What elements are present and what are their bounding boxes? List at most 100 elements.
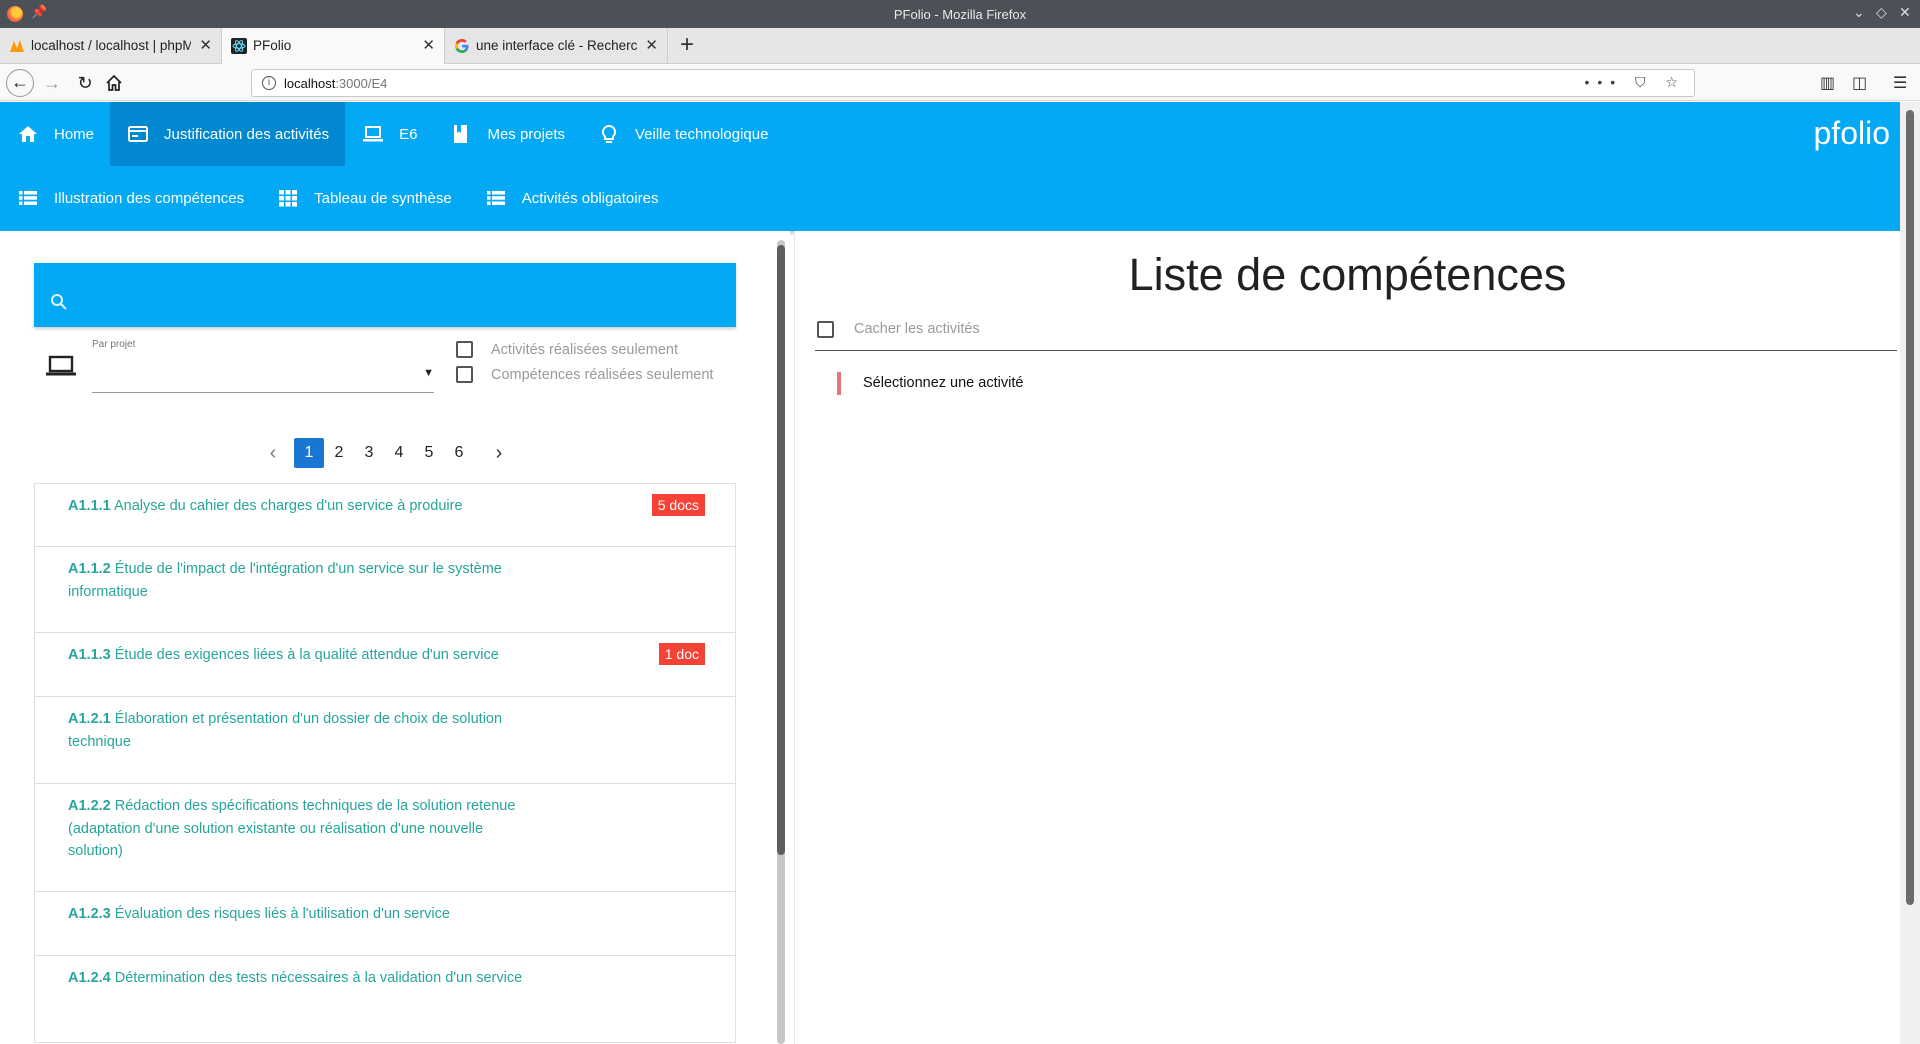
search-bar[interactable]	[34, 263, 736, 327]
search-icon	[51, 294, 67, 310]
maximize-icon[interactable]: ◇	[1876, 4, 1887, 21]
info-icon[interactable]: i	[262, 76, 276, 90]
competence-text[interactable]: A1.2.3 Évaluation des risques liés à l'u…	[68, 903, 538, 926]
list-item[interactable]: A1.2.1 Élaboration et présentation d'un …	[34, 697, 736, 784]
select-activity-message: Sélectionnez une activité	[837, 372, 1023, 395]
nav-illustration[interactable]: Illustration des compétences	[0, 166, 260, 230]
project-select[interactable]: ▼	[92, 357, 434, 393]
page-5-button[interactable]: 5	[414, 438, 444, 468]
competence-list: A1.1.1 Analyse du cahier des charges d'u…	[34, 483, 736, 1043]
nav-activites-obligatoires[interactable]: Activités obligatoires	[468, 166, 675, 230]
page-4-button[interactable]: 4	[384, 438, 414, 468]
skills-done-checkbox[interactable]: Compétences réalisées seulement	[456, 366, 713, 383]
home-button[interactable]	[104, 73, 124, 93]
project-filter: Par projet ▼	[34, 337, 434, 407]
tab-label: une interface clé - Recherche Google	[476, 38, 637, 53]
nav-label: Tableau de synthèse	[314, 189, 452, 207]
page-scrollbar-thumb[interactable]	[1906, 110, 1914, 905]
nav-label: Illustration des compétences	[54, 189, 245, 207]
menu-icon[interactable]: ☰	[1893, 73, 1907, 93]
secondary-nav: Illustration des compétences Tableau de …	[0, 166, 674, 230]
grid-icon	[279, 190, 298, 207]
laptop-icon	[363, 126, 384, 142]
competence-text[interactable]: A1.1.2 Étude de l'impact de l'intégratio…	[68, 558, 538, 603]
nav-mes-projets[interactable]: Mes projets	[433, 102, 581, 166]
laptop-icon	[46, 355, 76, 376]
list-icon	[19, 191, 37, 205]
checkbox-box[interactable]	[817, 321, 834, 338]
primary-nav: Home Justification des activités E6 Mes …	[0, 102, 784, 166]
page-title: Liste de compétences	[1128, 249, 1567, 300]
nav-label: E6	[399, 125, 418, 143]
page-6-button[interactable]: 6	[444, 438, 474, 468]
page-3-button[interactable]: 3	[354, 438, 384, 468]
tab-close-icon[interactable]: ✕	[199, 36, 212, 54]
page-2-button[interactable]: 2	[324, 438, 354, 468]
chevron-left-icon[interactable]: ‹	[262, 442, 284, 465]
nav-label: Justification des activités	[164, 125, 330, 143]
checkbox-box[interactable]	[456, 366, 473, 383]
pagination: ‹ 1 2 3 4 5 6 ›	[262, 438, 510, 468]
tab-pfolio[interactable]: PFolio ✕	[222, 28, 445, 64]
book-icon	[454, 125, 468, 143]
competence-text[interactable]: A1.1.1 Analyse du cahier des charges d'u…	[68, 495, 538, 518]
doc-count-badge: 1 doc	[658, 643, 705, 665]
tab-strip: localhost / localhost | phpMyAdmin ✕ PFo…	[0, 28, 1920, 64]
url-bar[interactable]: i localhost:3000/E4 ••• ⛉ ☆	[251, 69, 1695, 97]
new-tab-button[interactable]: +	[680, 31, 694, 59]
competence-text[interactable]: A1.1.3 Étude des exigences liées à la qu…	[68, 644, 538, 667]
nav-veille[interactable]: Veille technologique	[581, 102, 784, 166]
list-item[interactable]: A1.1.3 Étude des exigences liées à la qu…	[34, 633, 736, 697]
competence-list-pane: Par projet ▼ Activités réalisées seuleme…	[0, 231, 790, 1044]
left-pane-scrollbar-thumb[interactable]	[777, 245, 785, 855]
nav-tableau[interactable]: Tableau de synthèse	[260, 166, 468, 230]
list-item[interactable]: A1.1.1 Analyse du cahier des charges d'u…	[34, 484, 736, 547]
forward-button[interactable]: →	[38, 69, 66, 97]
checkbox-label: Cacher les activités	[854, 321, 980, 337]
page-1-button[interactable]: 1	[294, 438, 324, 468]
app-header: Home Justification des activités E6 Mes …	[0, 102, 1900, 231]
list-item[interactable]: A1.2.4 Détermination des tests nécessair…	[34, 956, 736, 1043]
tab-close-icon[interactable]: ✕	[645, 36, 658, 54]
sidebar-icon[interactable]: ◫	[1852, 73, 1867, 93]
page-actions-icon[interactable]: ••• ⛉ ☆	[1584, 74, 1686, 91]
close-window-icon[interactable]: ✕	[1899, 4, 1911, 21]
checkbox-box[interactable]	[456, 341, 473, 358]
nav-e6[interactable]: E6	[345, 102, 433, 166]
minimize-icon[interactable]: ⌄	[1853, 4, 1865, 21]
list-item[interactable]: A1.2.2 Rédaction des spécifications tech…	[34, 784, 736, 892]
list-item[interactable]: A1.1.2 Étude de l'impact de l'intégratio…	[34, 547, 736, 633]
hide-activities-checkbox[interactable]: Cacher les activités	[815, 321, 1897, 351]
project-filter-label: Par projet	[92, 339, 136, 350]
checkbox-label: Compétences réalisées seulement	[491, 366, 714, 383]
tab-google-search[interactable]: une interface clé - Recherche Google ✕	[445, 28, 668, 64]
react-favicon-icon	[231, 38, 247, 54]
checkbox-label: Activités réalisées seulement	[491, 341, 678, 358]
competence-detail-pane: Liste de compétences Cacher les activité…	[794, 231, 1900, 1044]
dropdown-arrow-icon[interactable]: ▼	[423, 367, 434, 379]
list-item[interactable]: A1.2.3 Évaluation des risques liés à l'u…	[34, 892, 736, 956]
google-favicon-icon	[455, 39, 469, 53]
competence-text[interactable]: A1.2.2 Rédaction des spécifications tech…	[68, 795, 538, 863]
nav-home[interactable]: Home	[0, 102, 110, 166]
home-icon	[19, 126, 37, 142]
phpmyadmin-favicon-icon	[10, 40, 24, 52]
library-icon[interactable]: ▥	[1820, 73, 1835, 93]
card-icon	[128, 126, 149, 142]
tab-phpmyadmin[interactable]: localhost / localhost | phpMyAdmin ✕	[0, 28, 222, 64]
doc-count-badge: 5 docs	[651, 494, 705, 516]
tab-close-icon[interactable]: ✕	[422, 36, 435, 54]
window-title: PFolio - Mozilla Firefox	[893, 7, 1027, 22]
chevron-right-icon[interactable]: ›	[488, 442, 510, 465]
url-text[interactable]: localhost:3000/E4	[284, 76, 387, 91]
list-icon	[486, 191, 505, 205]
reload-button[interactable]: ↻	[71, 69, 99, 97]
tab-label: localhost / localhost | phpMyAdmin	[31, 38, 191, 53]
brand-title[interactable]: pfolio	[1814, 115, 1891, 152]
nav-justification[interactable]: Justification des activités	[110, 102, 346, 166]
back-button[interactable]: ←	[6, 69, 34, 97]
competence-text[interactable]: A1.2.1 Élaboration et présentation d'un …	[68, 708, 538, 753]
activities-done-checkbox[interactable]: Activités réalisées seulement	[456, 341, 678, 358]
competence-text[interactable]: A1.2.4 Détermination des tests nécessair…	[68, 967, 538, 990]
nav-label: Activités obligatoires	[521, 189, 659, 207]
